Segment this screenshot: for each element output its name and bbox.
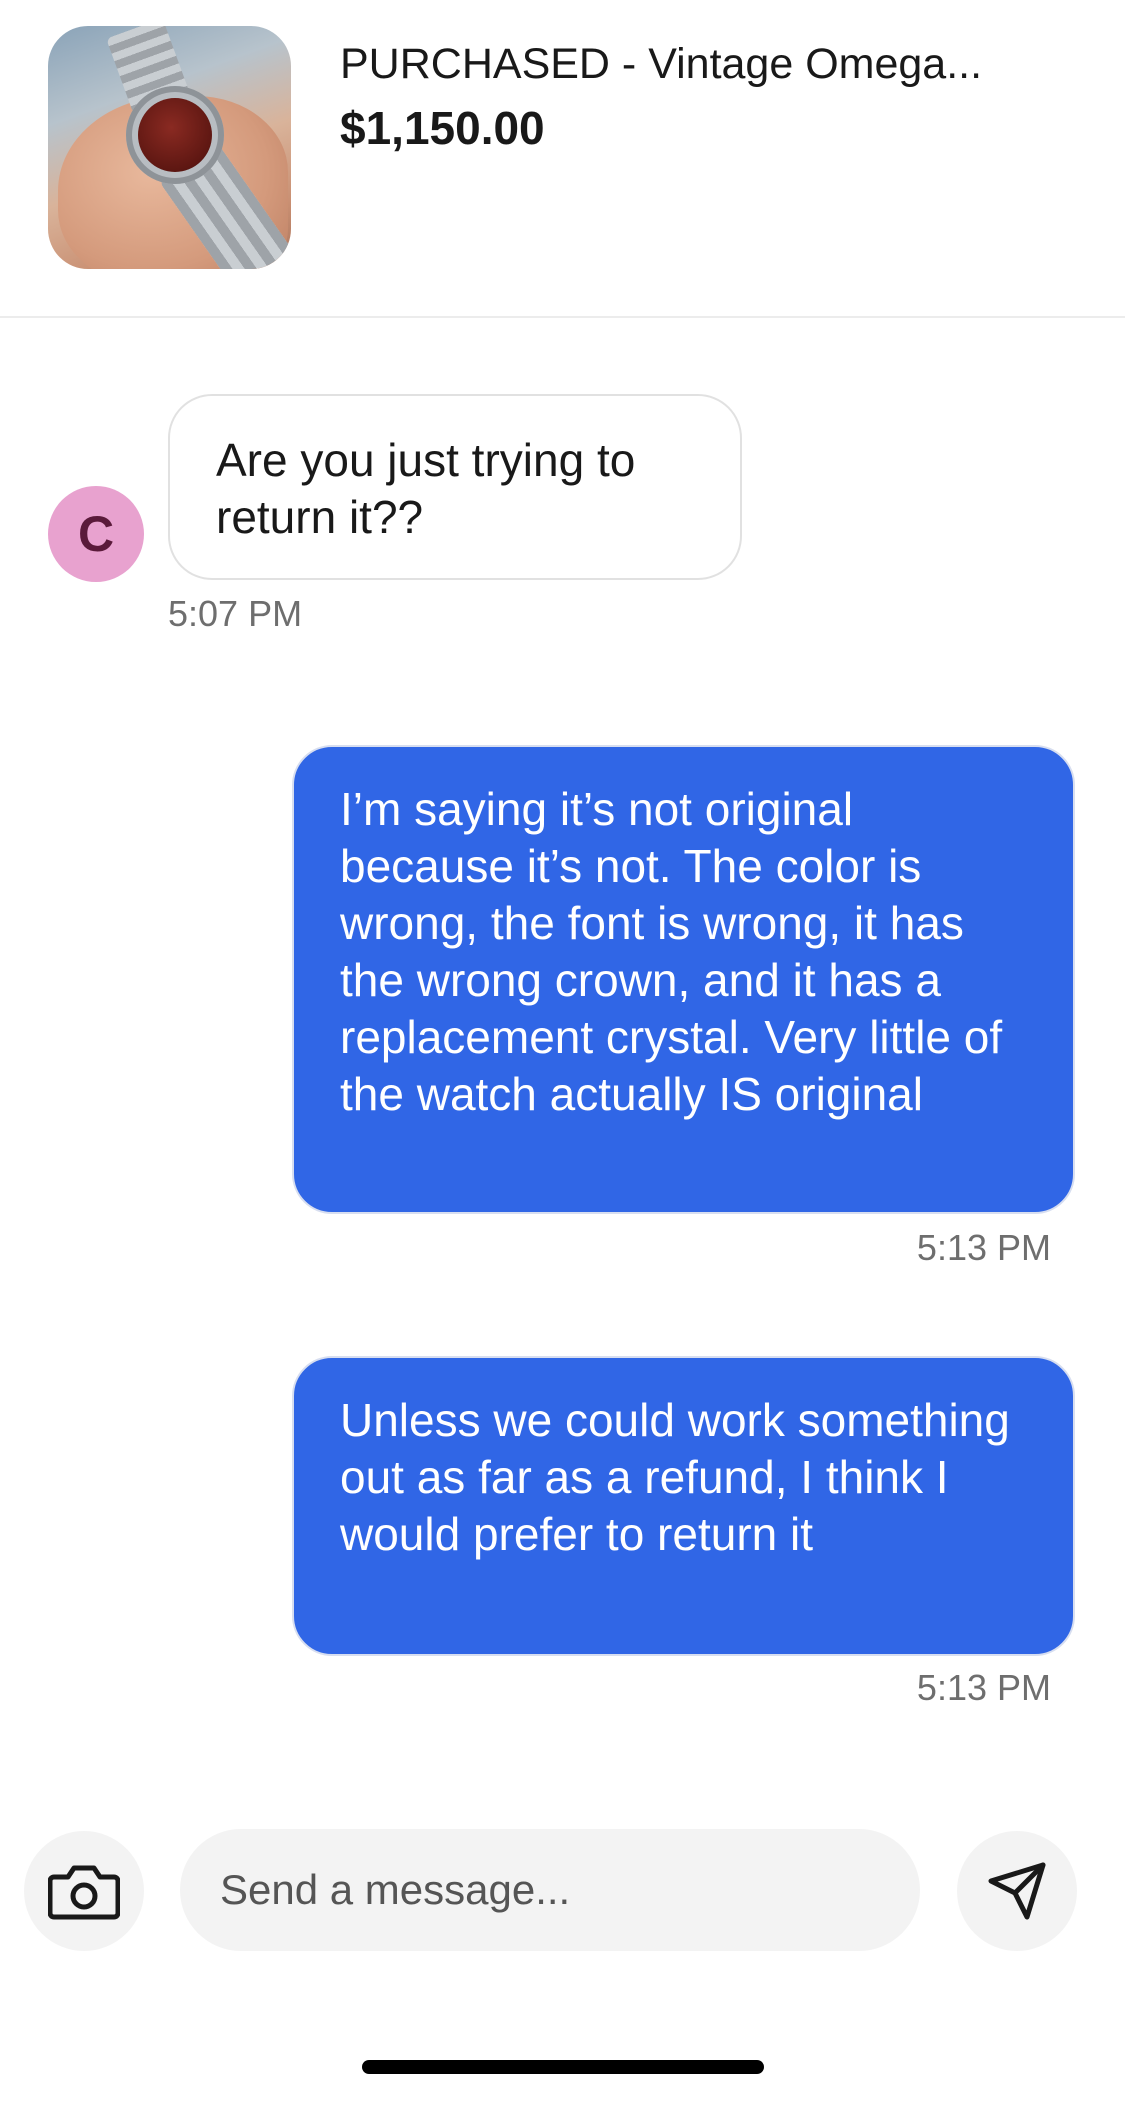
send-icon (988, 1862, 1046, 1920)
message-bubble-incoming[interactable]: Are you just trying to return it?? (168, 394, 742, 580)
message-timestamp: 5:13 PM (916, 1227, 1051, 1268)
home-indicator[interactable] (362, 2060, 764, 2074)
listing-price: $1,150.00 (340, 102, 545, 154)
message-timestamp: 5:07 PM (168, 593, 303, 634)
send-button[interactable] (957, 1831, 1077, 1951)
camera-icon (48, 1865, 120, 1920)
listing-thumbnail[interactable] (48, 26, 291, 269)
contact-avatar[interactable]: C (48, 486, 144, 582)
message-bubble-outgoing[interactable]: I’m saying it’s not original because it’… (292, 745, 1075, 1214)
message-timestamp: 5:13 PM (916, 1667, 1051, 1708)
watch-dial (138, 98, 212, 172)
listing-title[interactable]: PURCHASED - Vintage Omega... (340, 38, 1100, 90)
message-bubble-outgoing[interactable]: Unless we could work something out as fa… (292, 1356, 1075, 1656)
camera-button[interactable] (24, 1831, 144, 1951)
message-input[interactable] (180, 1829, 920, 1951)
listing-header[interactable]: PURCHASED - Vintage Omega... $1,150.00 (0, 0, 1125, 318)
conversation-screen: PURCHASED - Vintage Omega... $1,150.00 C… (0, 0, 1125, 2101)
